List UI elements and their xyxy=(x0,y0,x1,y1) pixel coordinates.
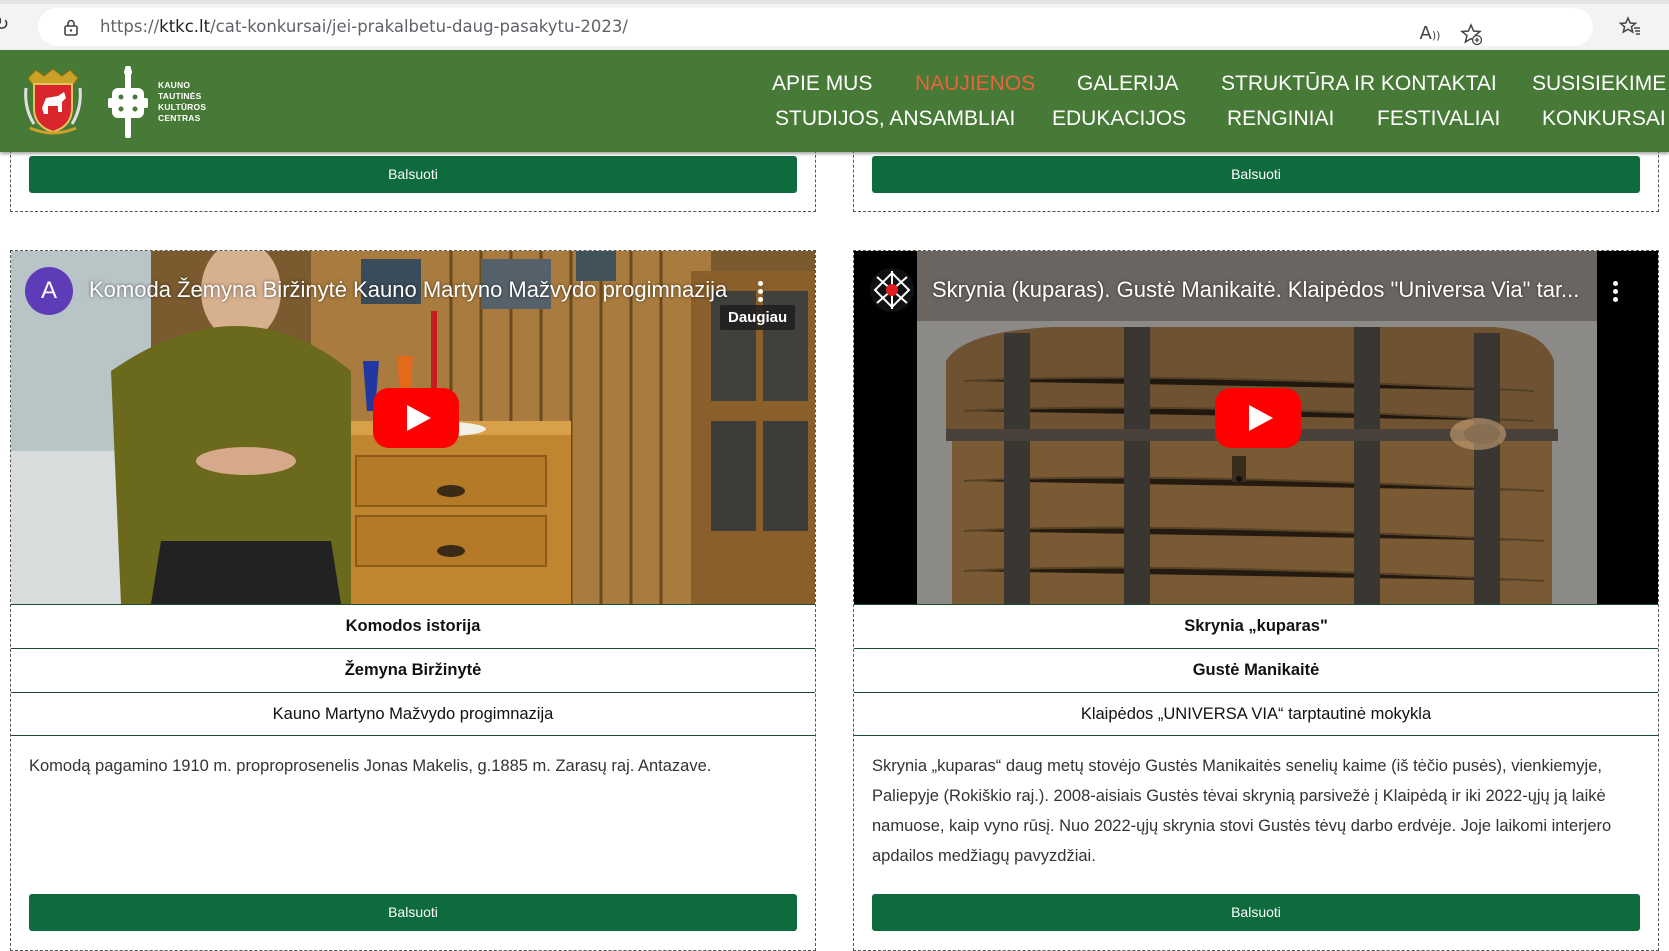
favorites-icon[interactable] xyxy=(1618,14,1642,38)
entry-author: Žemyna Biržinytė xyxy=(11,648,815,692)
nav-edukacijos[interactable]: EDUKACIJOS xyxy=(1052,107,1186,131)
nav-renginiai[interactable]: RENGINIAI xyxy=(1227,107,1334,131)
entry-author: Gustė Manikaitė xyxy=(854,648,1658,692)
nav-naujienos[interactable]: NAUJIENOS xyxy=(915,72,1035,96)
ktkc-logo-text[interactable]: KAUNO TAUTINĖS KULTŪROS CENTRAS xyxy=(158,80,206,124)
entry-description: Skrynia „kuparas“ daug metų stovėjo Gust… xyxy=(872,757,1612,865)
vote-button[interactable]: Balsuoti xyxy=(29,156,797,193)
site-header: KAUNO TAUTINĖS KULTŪROS CENTRAS APIE MUS… xyxy=(0,50,1669,152)
nav-struktura-ir-kontaktai[interactable]: STRUKTŪRA IR KONTAKTAI xyxy=(1221,72,1497,96)
tab-strip-edge xyxy=(0,0,1669,4)
logo-line: KULTŪROS xyxy=(158,102,207,112)
contest-entry-card: A Komoda Žemyna Biržinytė Kauno Martyno … xyxy=(10,250,816,951)
entry-title: Skrynia „kuparas" xyxy=(854,604,1658,648)
entry-school: Klaipėdos „UNIVERSA VIA“ tarptautinė mok… xyxy=(854,692,1658,736)
youtube-video-embed[interactable]: Skrynia (kuparas). Gustė Manikaitė. Klai… xyxy=(854,251,1658,604)
more-options-icon[interactable] xyxy=(758,281,764,303)
kaunas-crest-logo[interactable] xyxy=(24,68,82,136)
read-aloud-icon[interactable]: A)) xyxy=(1418,22,1442,46)
channel-logo-icon[interactable] xyxy=(869,267,915,313)
nav-konkursai[interactable]: KONKURSAI xyxy=(1542,107,1666,131)
url-host: ktkc.lt xyxy=(159,17,211,36)
vote-button[interactable]: Balsuoti xyxy=(872,156,1640,193)
lock-icon[interactable] xyxy=(62,18,80,36)
more-videos-tooltip: Daugiau xyxy=(720,305,796,330)
channel-avatar[interactable]: A xyxy=(25,267,73,315)
logo-line: CENTRAS xyxy=(158,113,201,123)
url-prefix: https:// xyxy=(100,17,160,36)
youtube-video-embed[interactable]: A Komoda Žemyna Biržinytė Kauno Martyno … xyxy=(11,251,815,604)
entry-title: Komodos istorija xyxy=(11,604,815,648)
logo-line: TAUTINĖS xyxy=(158,91,202,101)
add-favorite-icon[interactable] xyxy=(1459,22,1483,46)
entry-description: Komodą pagamino 1910 m. proproprosenelis… xyxy=(29,757,712,775)
nav-studijos-ansambliai[interactable]: STUDIJOS, ANSAMBLIAI xyxy=(775,107,1015,131)
ktkc-emblem-logo[interactable] xyxy=(108,66,148,138)
browser-toolbar: ↻ https://ktkc.lt/cat-konkursai/jei-prak… xyxy=(0,0,1669,50)
video-title[interactable]: Komoda Žemyna Biržinytė Kauno Martyno Ma… xyxy=(89,277,727,303)
play-button-icon[interactable] xyxy=(1215,388,1301,448)
reload-icon[interactable]: ↻ xyxy=(0,15,14,35)
video-title[interactable]: Skrynia (kuparas). Gustė Manikaitė. Klai… xyxy=(932,277,1579,303)
nav-susisiekime[interactable]: SUSISIEKIME xyxy=(1532,72,1666,96)
more-options-icon[interactable] xyxy=(1613,281,1619,303)
nav-festivaliai[interactable]: FESTIVALIAI xyxy=(1377,107,1500,131)
contest-entry-card: Skrynia (kuparas). Gustė Manikaitė. Klai… xyxy=(853,250,1659,951)
vote-button[interactable]: Balsuoti xyxy=(872,894,1640,931)
logo-line: KAUNO xyxy=(158,80,191,90)
url-path: /cat-konkursai/jei-prakalbetu-daug-pasak… xyxy=(210,17,628,36)
nav-apie-mus[interactable]: APIE MUS xyxy=(772,72,872,96)
vote-button[interactable]: Balsuoti xyxy=(29,894,797,931)
entry-school: Kauno Martyno Mažvydo progimnazija xyxy=(11,692,815,736)
address-bar[interactable]: https://ktkc.lt/cat-konkursai/jei-prakal… xyxy=(38,8,1593,46)
play-button-icon[interactable] xyxy=(373,388,459,448)
nav-galerija[interactable]: GALERIJA xyxy=(1077,72,1179,96)
url-text[interactable]: https://ktkc.lt/cat-konkursai/jei-prakal… xyxy=(100,17,628,36)
